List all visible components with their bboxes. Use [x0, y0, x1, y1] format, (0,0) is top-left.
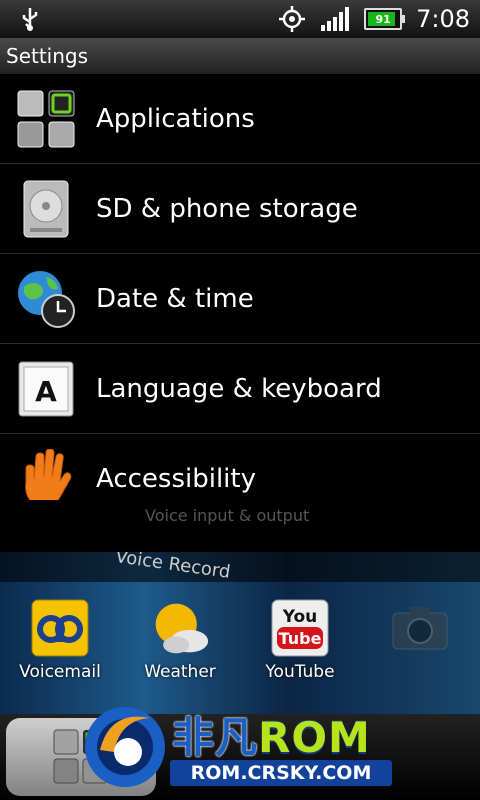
language-icon: A: [16, 359, 76, 419]
storage-icon: [16, 179, 76, 239]
page-title-bar: Settings: [0, 38, 480, 74]
svg-text:Tube: Tube: [279, 629, 322, 648]
svg-text:A: A: [35, 375, 57, 408]
app-weather[interactable]: Weather: [120, 598, 240, 698]
settings-item-label: Date & time: [96, 283, 254, 314]
page-title: Settings: [6, 44, 89, 68]
status-right: 91 7:08: [278, 5, 480, 33]
settings-item-label: Language & keyboard: [96, 373, 382, 404]
settings-item-applications[interactable]: Applications: [0, 74, 480, 164]
watermark-brand-cn: 非凡: [172, 713, 259, 762]
app-label: Weather: [144, 662, 216, 682]
settings-item-label: SD & phone storage: [96, 193, 358, 224]
youtube-icon: You Tube: [270, 598, 330, 658]
ghost-item-label: Voice input & output: [145, 506, 310, 525]
date-time-icon: [16, 269, 76, 329]
app-youtube[interactable]: You Tube YouTube: [240, 598, 360, 698]
settings-item-label: Applications: [96, 103, 255, 134]
settings-list: Applications SD & phone storage Date & t…: [0, 74, 480, 524]
weather-icon: [150, 598, 210, 658]
status-bar: 91 7:08: [0, 0, 480, 38]
app-camera[interactable]: [360, 598, 480, 698]
svg-text:You: You: [282, 607, 318, 627]
settings-item-date-time[interactable]: Date & time: [0, 254, 480, 344]
signal-icon: [321, 7, 350, 31]
clock: 7:08: [416, 5, 470, 33]
watermark-brand-rom: ROM: [258, 713, 371, 762]
camera-icon: [390, 598, 450, 658]
voice-recorder-label: Voice Record: [114, 552, 232, 583]
gps-icon: [279, 6, 306, 32]
watermark-brand: 非凡ROM: [172, 704, 371, 765]
settings-item-label: Accessibility: [96, 464, 256, 494]
home-top-strip: Voice Record: [0, 552, 480, 583]
watermark-logo-icon: [85, 707, 165, 787]
app-label: Voicemail: [19, 662, 101, 682]
app-voicemail[interactable]: Voicemail: [0, 598, 120, 698]
battery-level: 91: [375, 12, 391, 26]
status-left: [0, 6, 60, 32]
usb-icon: [22, 8, 38, 31]
voicemail-icon: [30, 598, 90, 658]
watermark-url: ROM.CRSKY.COM: [170, 760, 392, 786]
app-label: YouTube: [265, 662, 335, 682]
watermark: 非凡ROM ROM.CRSKY.COM: [80, 700, 410, 800]
settings-item-language[interactable]: A Language & keyboard: [0, 344, 480, 434]
home-screen: Voice Record Voicemail Weather You Tube …: [0, 552, 480, 800]
applications-icon: [16, 89, 76, 149]
battery-indicator: 91: [364, 8, 406, 30]
settings-item-storage[interactable]: SD & phone storage: [0, 164, 480, 254]
ghost-settings-item: Voice input & output: [0, 500, 480, 550]
app-row: Voicemail Weather You Tube YouTube: [0, 598, 480, 698]
